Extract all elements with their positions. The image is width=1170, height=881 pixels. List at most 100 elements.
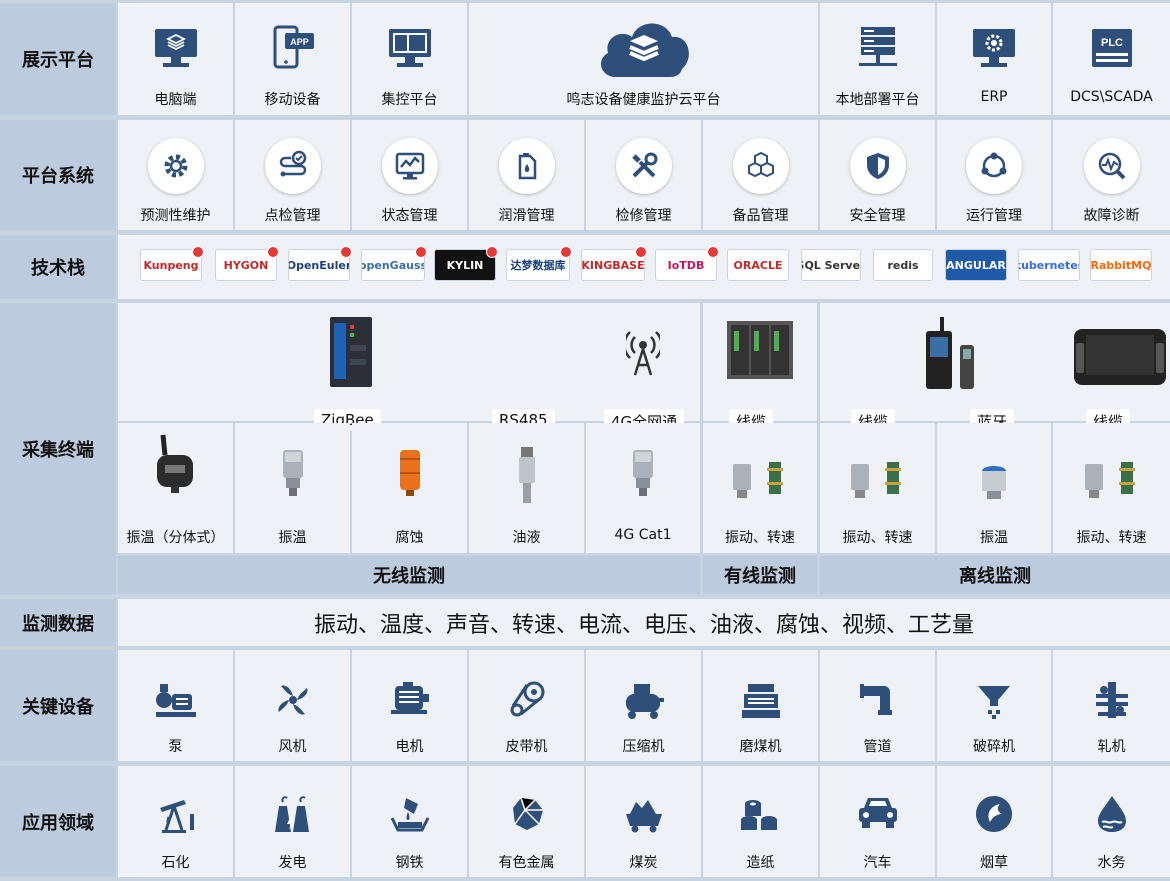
sensor-device-icon (153, 433, 199, 499)
logo-text: OpenEuler (288, 258, 350, 272)
platform-label: 状态管理 (381, 208, 438, 224)
sensor-label: 振温（分体式） (126, 530, 225, 546)
cycle-icon (966, 138, 1022, 194)
display-item-mobile: APP 移动设备 (235, 3, 350, 115)
equipment-item-6: 管道 (820, 650, 935, 761)
sensor-device-icon (630, 448, 656, 502)
display-label-erp: ERP (980, 89, 1008, 105)
plc-icon-text: PLC (1101, 37, 1123, 49)
logo-text: IoTDB (667, 258, 705, 272)
equipment-item-5: 磨煤机 (703, 650, 818, 761)
application-label: 钢铁 (395, 855, 424, 871)
section-wired: 有线监测 (703, 556, 817, 594)
row-header-data: 监测数据 (0, 599, 116, 646)
paper-roll-icon (739, 794, 783, 838)
sensor-cell-6: 振动、转速 (820, 423, 935, 553)
row-collection: 采集终端 ZigBee RS485 4G全网通 线缆 线缆 蓝牙 线缆 振温（分… (0, 303, 1170, 595)
row-header-techstack: 技术栈 (0, 235, 116, 299)
platform-label: 预测性维护 (140, 208, 211, 224)
sensor-cell-3: 油液 (469, 423, 584, 553)
logo-angular: ANGULAR (945, 249, 1007, 281)
platform-item-4: 检修管理 (586, 120, 701, 230)
display-item-local: 本地部署平台 (820, 3, 935, 115)
logo-text: kubernetes (1019, 258, 1079, 272)
cubes-icon (732, 138, 789, 194)
logo-rabbitmq: RabbitMQ (1090, 249, 1152, 281)
logo-text: KYLIN (446, 258, 484, 272)
equipment-item-2: 电机 (352, 650, 467, 761)
display-label-dcs: DCS\SCADA (1070, 89, 1153, 105)
row-application: 应用领域 石化 发电 钢铁 有色金属 煤炭 造纸 汽车 烟草 水务 (0, 766, 1170, 877)
sensor-label: 4G Cat1 (614, 527, 672, 543)
platform-item-3: 润滑管理 (469, 120, 584, 230)
row-header-equipment: 关键设备 (0, 650, 116, 761)
logo-oracle: ORACLE (727, 249, 789, 281)
logo-text: Kunpeng (143, 258, 199, 272)
pump-icon (154, 680, 198, 724)
section-wireless: 无线监测 (118, 556, 700, 594)
oil-pump-icon (154, 794, 198, 838)
gear-monitor-icon (973, 29, 1015, 67)
diagram-page: { "rows": { "display": { "header": "展示平台… (0, 0, 1170, 881)
plc-icon: PLC (1091, 29, 1132, 67)
application-label: 烟草 (980, 855, 1008, 871)
row-data: 监测数据 振动、温度、声音、转速、电流、电压、油液、腐蚀、视频、工艺量 (0, 599, 1170, 646)
sensor-device-icon (729, 458, 791, 506)
platform-label: 点检管理 (264, 208, 321, 224)
application-item-4: 煤炭 (586, 766, 701, 877)
wired-gateway-area (703, 303, 817, 421)
wireless-gateway-area (118, 303, 700, 421)
logo-text: ANGULAR (946, 258, 1006, 272)
platform-item-6: 安全管理 (820, 120, 935, 230)
sensor-label: 振动、转速 (842, 530, 913, 546)
equipment-label: 泵 (168, 739, 183, 755)
sensor-label: 腐蚀 (395, 530, 424, 546)
car-icon (856, 794, 900, 836)
server-icon (858, 27, 897, 66)
equipment-label: 破碎机 (973, 739, 1015, 755)
sensor-cell-4: 4G Cat1 (586, 423, 700, 553)
red-dot-badge (560, 246, 572, 258)
sensor-cell-8: 振动、转速 (1053, 423, 1170, 553)
red-dot-badge (267, 246, 279, 258)
display-item-cloud: 鸣志设备健康监护云平台 (469, 3, 818, 115)
red-dot-badge (192, 246, 204, 258)
application-item-0: 石化 (118, 766, 233, 877)
application-label: 发电 (278, 855, 307, 871)
application-item-5: 造纸 (703, 766, 818, 877)
logo-text: KINGBASE (581, 258, 645, 272)
row-header-collection: 采集终端 (0, 303, 116, 595)
row-header-application: 应用领域 (0, 766, 116, 877)
svg-text:APP: APP (290, 37, 309, 47)
platform-item-0: 预测性维护 (118, 120, 233, 230)
sensor-label: 振温 (278, 530, 307, 546)
logo-text: redis (887, 258, 919, 272)
display-item-erp: ERP (937, 3, 1051, 115)
logo-redis: redis (873, 249, 933, 281)
equipment-label: 磨煤机 (739, 739, 782, 755)
red-dot-badge (486, 246, 498, 258)
belt-icon (507, 680, 547, 724)
logo-text: HYGON (223, 258, 269, 272)
application-label: 煤炭 (629, 855, 658, 871)
wired-gateway-device (727, 321, 793, 379)
logo-text: 达梦数据库 (510, 259, 566, 272)
application-item-8: 水务 (1053, 766, 1170, 877)
application-label: 有色金属 (498, 855, 555, 871)
compressor-icon (622, 680, 666, 724)
display-label-local: 本地部署平台 (835, 92, 920, 108)
crusher-icon (974, 680, 1014, 724)
monitor-icon (154, 29, 197, 67)
equipment-item-8: 轧机 (1053, 650, 1170, 761)
mobile-app-icon: APP (273, 25, 314, 69)
logo-sql-server: SQL Server (801, 249, 861, 281)
equipment-item-7: 破碎机 (937, 650, 1051, 761)
sensor-label: 振动、转速 (1076, 530, 1147, 546)
mill-icon (740, 680, 782, 726)
steel-icon (388, 794, 432, 838)
row-platform: 平台系统 预测性维护 点检管理 状态管理 润滑管理 检修管理 备品管理 安全管理 运行管理 故障… (0, 120, 1170, 230)
monitoring-data-text: 振动、温度、声音、转速、电流、电压、油液、腐蚀、视频、工艺量 (313, 612, 974, 638)
red-dot-badge (707, 246, 719, 258)
platform-label: 备品管理 (732, 208, 789, 224)
shield-icon (849, 138, 906, 194)
